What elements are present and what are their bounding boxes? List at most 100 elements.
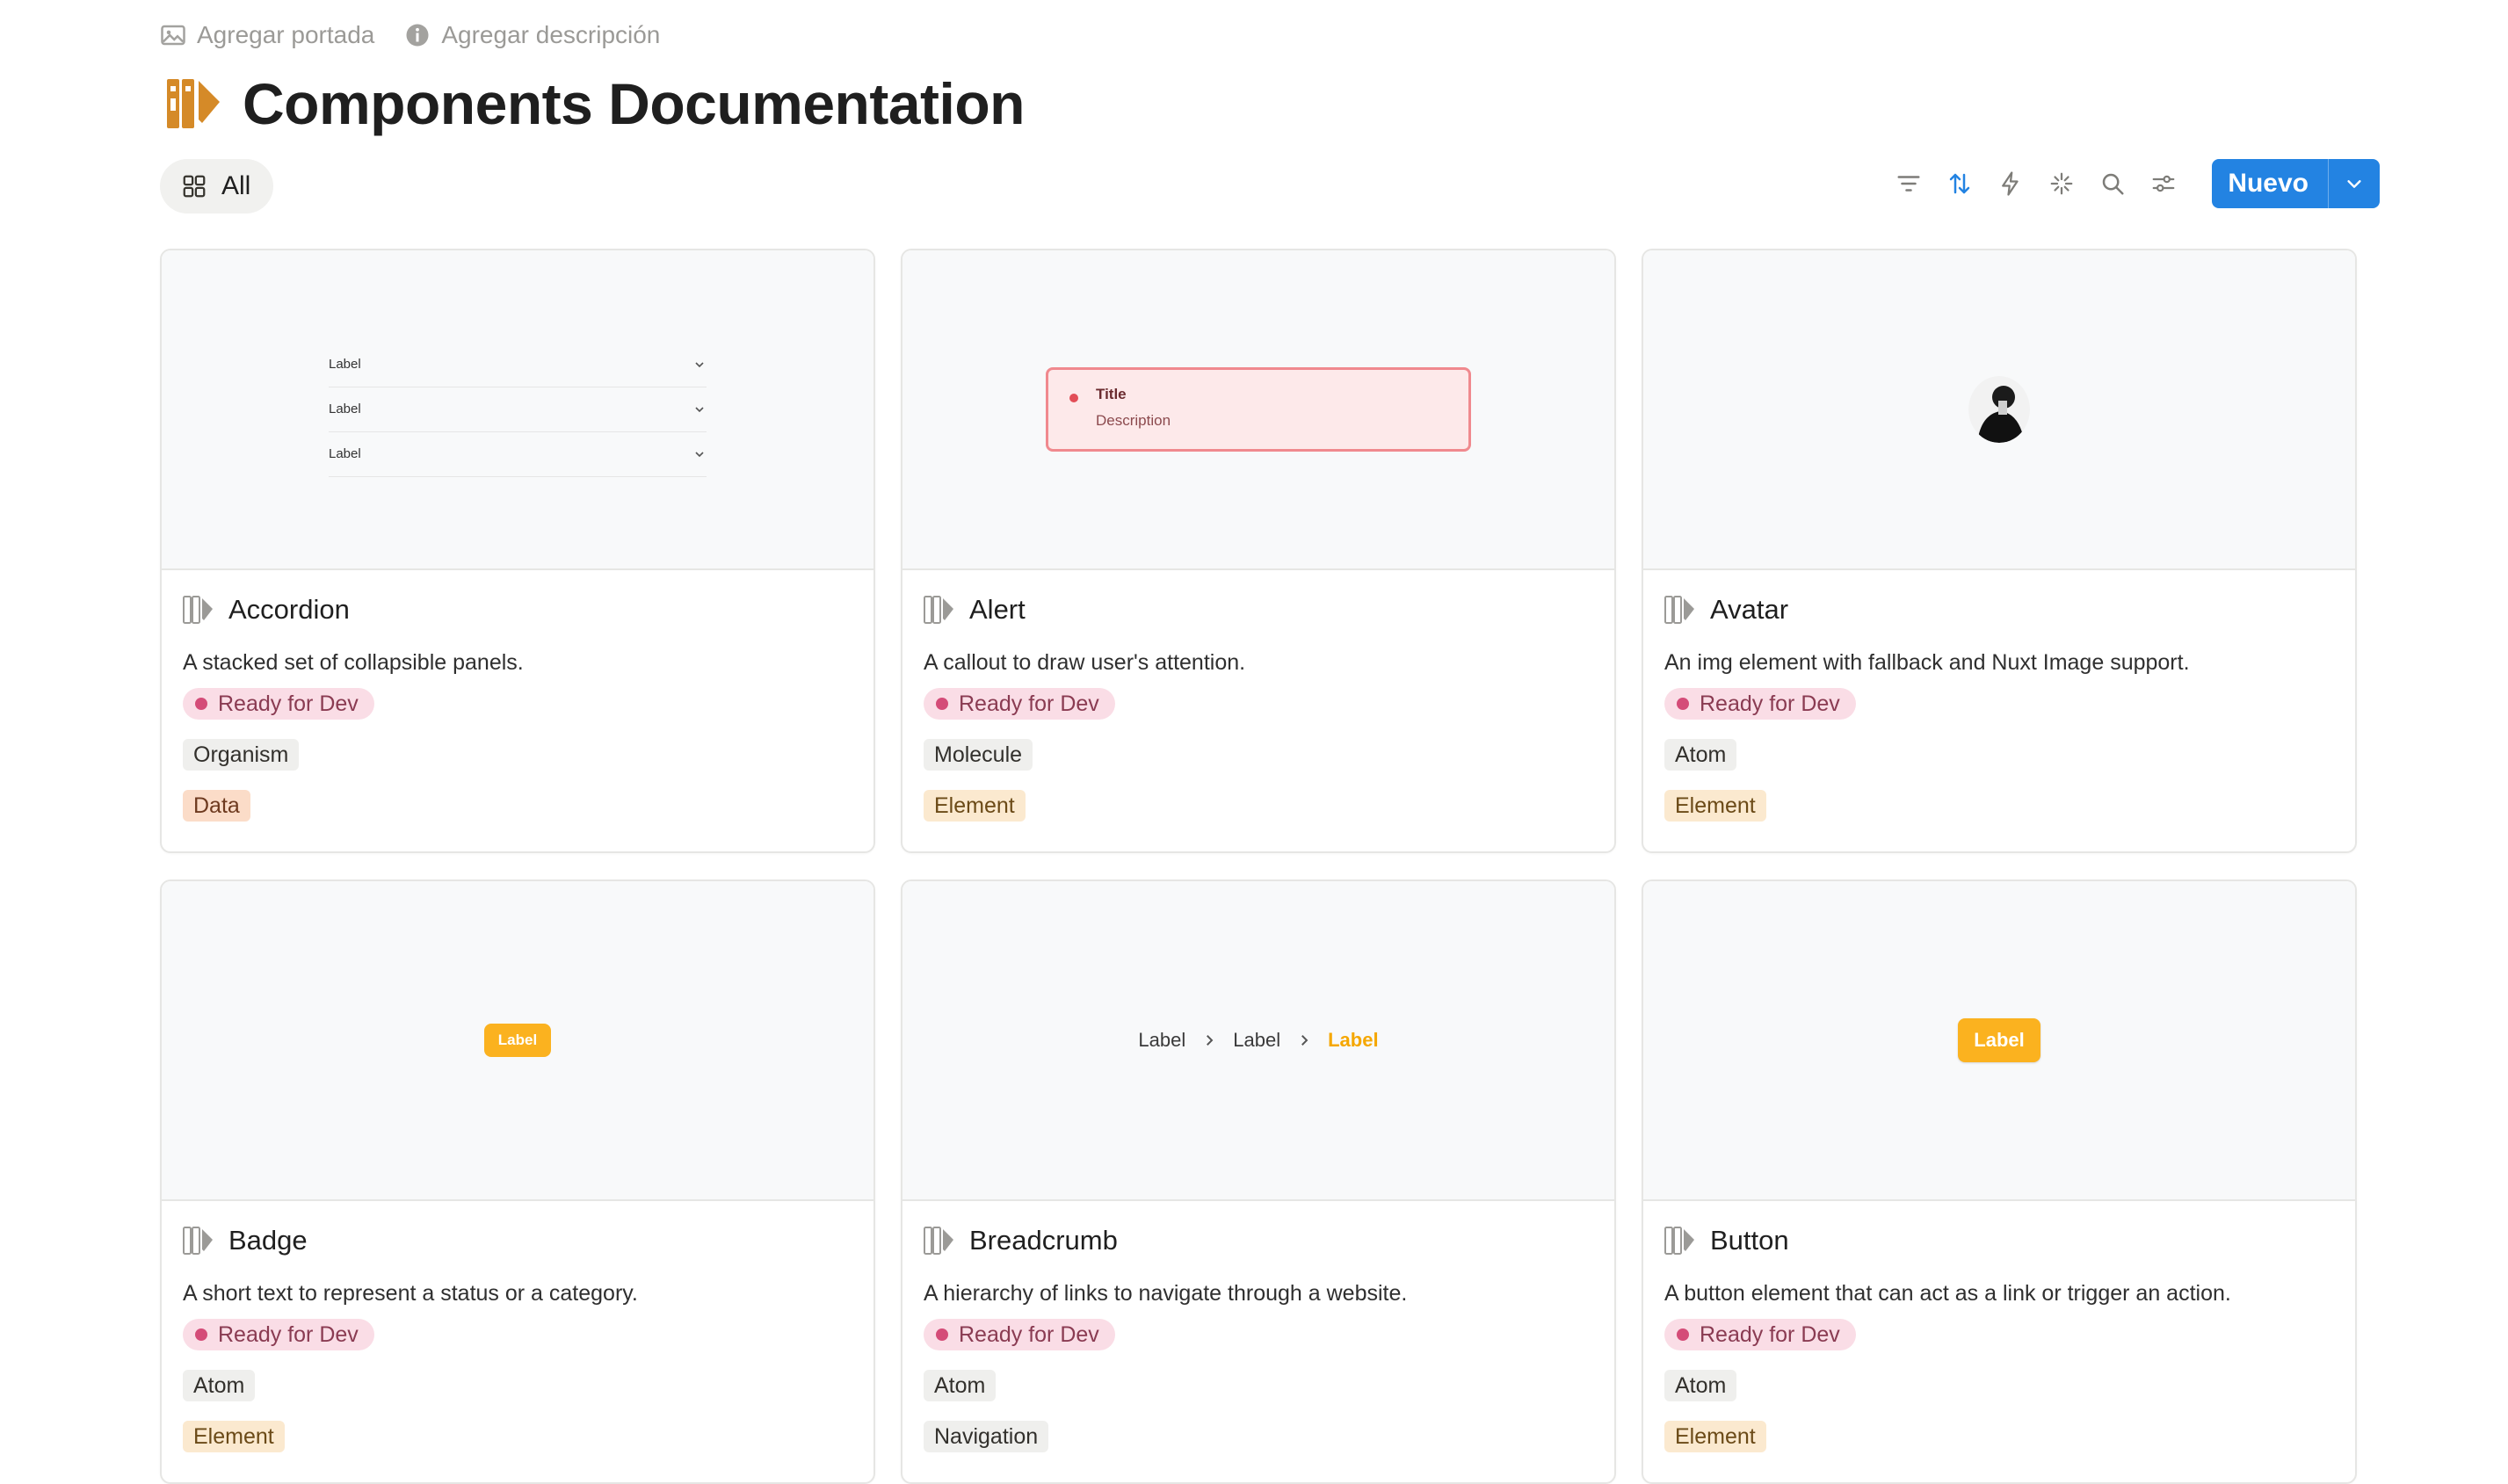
- card-description: An img element with fallback and Nuxt Im…: [1664, 650, 2190, 675]
- view-tab-label: All: [221, 171, 251, 200]
- card-description: A callout to draw user's attention.: [924, 650, 1246, 675]
- automation-button[interactable]: [1996, 169, 2026, 199]
- status-badge: Ready for Dev: [1664, 688, 1856, 720]
- settings-button[interactable]: [2149, 169, 2178, 199]
- card-tags: Ready for Dev Atom Element: [1664, 1319, 2334, 1452]
- card-preview: Label: [162, 881, 873, 1201]
- category-tag: Element: [1664, 1421, 1766, 1452]
- card-title: Avatar: [1664, 591, 2334, 628]
- category-tag: Data: [183, 790, 250, 822]
- info-icon: [406, 24, 429, 47]
- status-label: Ready for Dev: [1700, 691, 1840, 716]
- breadcrumb-item: Label: [1138, 1029, 1186, 1051]
- view-tab-all[interactable]: All: [160, 159, 274, 214]
- new-button[interactable]: Nuevo: [2212, 159, 2328, 208]
- level-tag: Organism: [183, 739, 300, 771]
- status-badge: Ready for Dev: [183, 688, 374, 720]
- accordion-row: Label: [329, 387, 707, 432]
- level-tag: Atom: [183, 1370, 256, 1401]
- alert-preview-description: Description: [1096, 412, 1171, 429]
- gallery-grid: Label Label Label Accordion A stacked se…: [160, 249, 2357, 1484]
- breadcrumb-current-item: Label: [1328, 1029, 1379, 1051]
- card-body: Accordion A stacked set of collapsible p…: [162, 591, 873, 822]
- card-preview: Label: [1643, 881, 2355, 1201]
- card-accordion[interactable]: Label Label Label Accordion A stacked se…: [160, 249, 875, 853]
- card-body: Badge A short text to represent a status…: [162, 1222, 873, 1452]
- card-title: Breadcrumb: [924, 1222, 1593, 1259]
- card-tags: Ready for Dev Atom Navigation: [924, 1319, 1593, 1452]
- alert-dot: [1069, 394, 1078, 402]
- level-tag: Atom: [924, 1370, 997, 1401]
- accordion-row: Label: [329, 432, 707, 477]
- card-button[interactable]: Label Button A button element that can a…: [1642, 880, 2357, 1484]
- card-tags: Ready for Dev Organism Data: [183, 688, 852, 822]
- status-label: Ready for Dev: [959, 1322, 1099, 1347]
- chevron-right-icon: [1301, 1035, 1308, 1046]
- page-icon: [924, 596, 953, 624]
- accordion-row-label: Label: [329, 357, 361, 372]
- gallery-icon: [183, 175, 206, 198]
- card-description: A hierarchy of links to navigate through…: [924, 1281, 1408, 1306]
- card-title-text: Accordion: [228, 594, 350, 625]
- card-description: A button element that can act as a link …: [1664, 1281, 2231, 1306]
- accordion-row-label: Label: [329, 402, 361, 416]
- badge-preview: Label: [483, 1024, 552, 1057]
- search-button[interactable]: [2098, 169, 2127, 199]
- sliders-icon: [2152, 175, 2175, 192]
- level-tag: Atom: [1664, 1370, 1737, 1401]
- sparkle-icon: [2050, 172, 2073, 195]
- status-label: Ready for Dev: [218, 1322, 359, 1347]
- add-cover-label: Agregar portada: [197, 21, 375, 48]
- lightning-icon: [2002, 171, 2019, 196]
- status-badge: Ready for Dev: [924, 1319, 1115, 1350]
- status-dot: [195, 1328, 207, 1341]
- page-icon[interactable]: [165, 77, 221, 130]
- card-title-text: Avatar: [1710, 594, 1789, 625]
- card-alert[interactable]: Title Description Alert A callout to dra…: [901, 249, 1616, 853]
- status-dot: [195, 698, 207, 710]
- status-dot: [1677, 1328, 1689, 1341]
- card-title-text: Alert: [969, 594, 1026, 625]
- page-icon: [183, 596, 213, 624]
- card-title-text: Badge: [228, 1225, 308, 1256]
- level-tag: Molecule: [924, 739, 1033, 771]
- card-tags: Ready for Dev Atom Element: [183, 1319, 852, 1452]
- add-description-button[interactable]: Agregar descripción: [404, 21, 660, 49]
- status-badge: Ready for Dev: [1664, 1319, 1856, 1350]
- chevron-down-icon: [695, 451, 704, 457]
- alert-preview-title: Title: [1096, 386, 1127, 402]
- status-label: Ready for Dev: [218, 691, 359, 716]
- card-preview: Label Label Label: [902, 881, 1614, 1201]
- add-cover-button[interactable]: Agregar portada: [160, 21, 374, 49]
- alert-preview: Title Description: [1046, 367, 1471, 452]
- status-badge: Ready for Dev: [183, 1319, 374, 1350]
- accordion-row-label: Label: [329, 446, 361, 461]
- chevron-down-icon: [2347, 180, 2361, 188]
- card-preview: Label Label Label: [162, 250, 873, 570]
- card-title: Alert: [924, 591, 1593, 628]
- chevron-right-icon: [1207, 1035, 1214, 1046]
- card-description: A stacked set of collapsible panels.: [183, 650, 524, 675]
- category-tag: Navigation: [924, 1421, 1049, 1452]
- card-body: Button A button element that can act as …: [1643, 1222, 2355, 1452]
- card-breadcrumb[interactable]: Label Label Label Breadcrumb A hierarchy…: [901, 880, 1616, 1484]
- breadcrumb-item: Label: [1233, 1029, 1281, 1051]
- card-body: Avatar An img element with fallback and …: [1643, 591, 2355, 822]
- filter-icon: [1897, 176, 1920, 192]
- ai-button[interactable]: [2047, 169, 2077, 199]
- card-avatar[interactable]: Avatar An img element with fallback and …: [1642, 249, 2357, 853]
- card-title-text: Breadcrumb: [969, 1225, 1118, 1256]
- page-icon: [1664, 596, 1694, 624]
- card-title: Button: [1664, 1222, 2334, 1259]
- image-icon: [161, 25, 185, 46]
- page-icon: [183, 1227, 213, 1255]
- card-badge[interactable]: Label Badge A short text to represent a …: [160, 880, 875, 1484]
- status-badge: Ready for Dev: [924, 688, 1115, 720]
- new-dropdown-button[interactable]: [2328, 159, 2380, 208]
- chevron-down-icon: [695, 406, 704, 412]
- sort-button[interactable]: [1945, 169, 1975, 199]
- search-icon: [2103, 173, 2124, 195]
- card-body: Breadcrumb A hierarchy of links to navig…: [902, 1222, 1614, 1452]
- filter-button[interactable]: [1894, 169, 1924, 199]
- page-title: Components Documentation: [243, 71, 1026, 136]
